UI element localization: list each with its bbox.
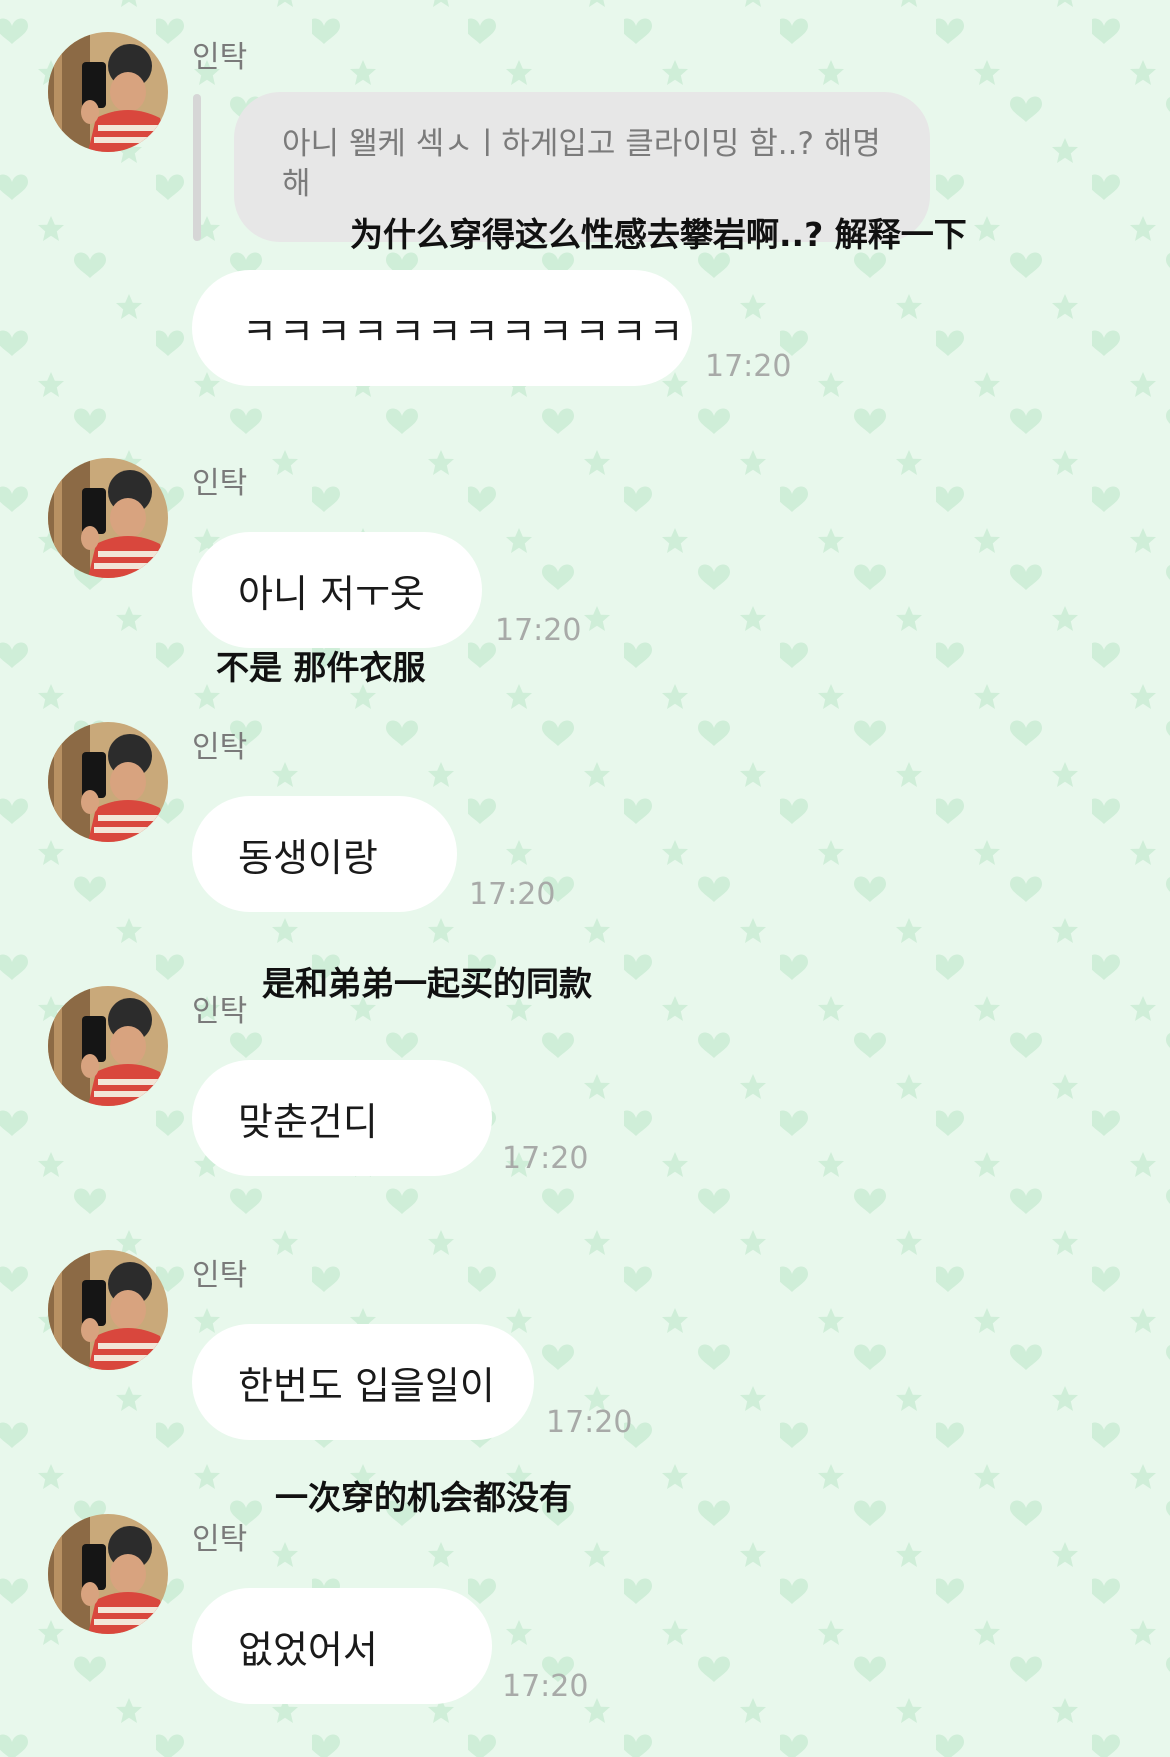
message-bubble[interactable]: 동생이랑 <box>192 796 457 912</box>
message-bubble[interactable]: ㅋㅋㅋㅋㅋㅋㅋㅋㅋㅋㅋㅋ <box>192 270 692 386</box>
message-text: ㅋㅋㅋㅋㅋㅋㅋㅋㅋㅋㅋㅋ <box>242 309 686 354</box>
avatar[interactable] <box>48 722 168 842</box>
chat-thread: 인탁 아니 왤케 섹ㅅㅣ하게입고 클라이밍 함..? 해명해 为什么穿得这么性感… <box>0 0 1170 1757</box>
profile-photo-icon <box>48 1250 168 1370</box>
timestamp: 17:20 <box>705 349 792 384</box>
sender-name: 인탁 <box>192 1258 248 1293</box>
message-bubble[interactable]: 없었어서 <box>192 1588 492 1704</box>
message-text: 없었어서 <box>238 1627 378 1672</box>
avatar[interactable] <box>48 458 168 578</box>
profile-photo-icon <box>48 458 168 578</box>
profile-photo-icon <box>48 1514 168 1634</box>
timestamp: 17:20 <box>546 1405 633 1440</box>
timestamp: 17:20 <box>502 1141 589 1176</box>
avatar[interactable] <box>48 1250 168 1370</box>
profile-photo-icon <box>48 722 168 842</box>
reply-indicator-bar <box>193 94 201 241</box>
message-text: 맞춘건디 <box>238 1099 378 1144</box>
translation-caption: 为什么穿得这么性感去攀岩啊..? 解释一下 <box>350 215 967 254</box>
message-bubble[interactable]: 맞춘건디 <box>192 1060 492 1176</box>
timestamp: 17:20 <box>469 877 556 912</box>
message-text: 한번도 입을일이 <box>238 1363 495 1408</box>
avatar[interactable] <box>48 32 168 152</box>
message-bubble[interactable]: 아니 저ㅜ옷 <box>192 532 482 648</box>
profile-photo-icon <box>48 32 168 152</box>
message-text: 아니 저ㅜ옷 <box>238 571 425 616</box>
sender-name: 인탁 <box>192 730 248 765</box>
translation-caption: 是和弟弟一起买的同款 <box>262 964 592 1003</box>
sender-name: 인탁 <box>192 1522 248 1557</box>
sender-name: 인탁 <box>192 466 248 501</box>
timestamp: 17:20 <box>502 1669 589 1704</box>
sender-name: 인탁 <box>192 994 248 1029</box>
message-bubble[interactable]: 한번도 입을일이 <box>192 1324 534 1440</box>
translation-caption: 不是 那件衣服 <box>216 648 426 687</box>
timestamp: 17:20 <box>495 613 582 648</box>
sender-name: 인탁 <box>192 40 248 75</box>
avatar[interactable] <box>48 1514 168 1634</box>
message-text: 동생이랑 <box>238 835 378 880</box>
avatar[interactable] <box>48 986 168 1106</box>
profile-photo-icon <box>48 986 168 1106</box>
translation-caption: 一次穿的机会都没有 <box>275 1478 572 1517</box>
